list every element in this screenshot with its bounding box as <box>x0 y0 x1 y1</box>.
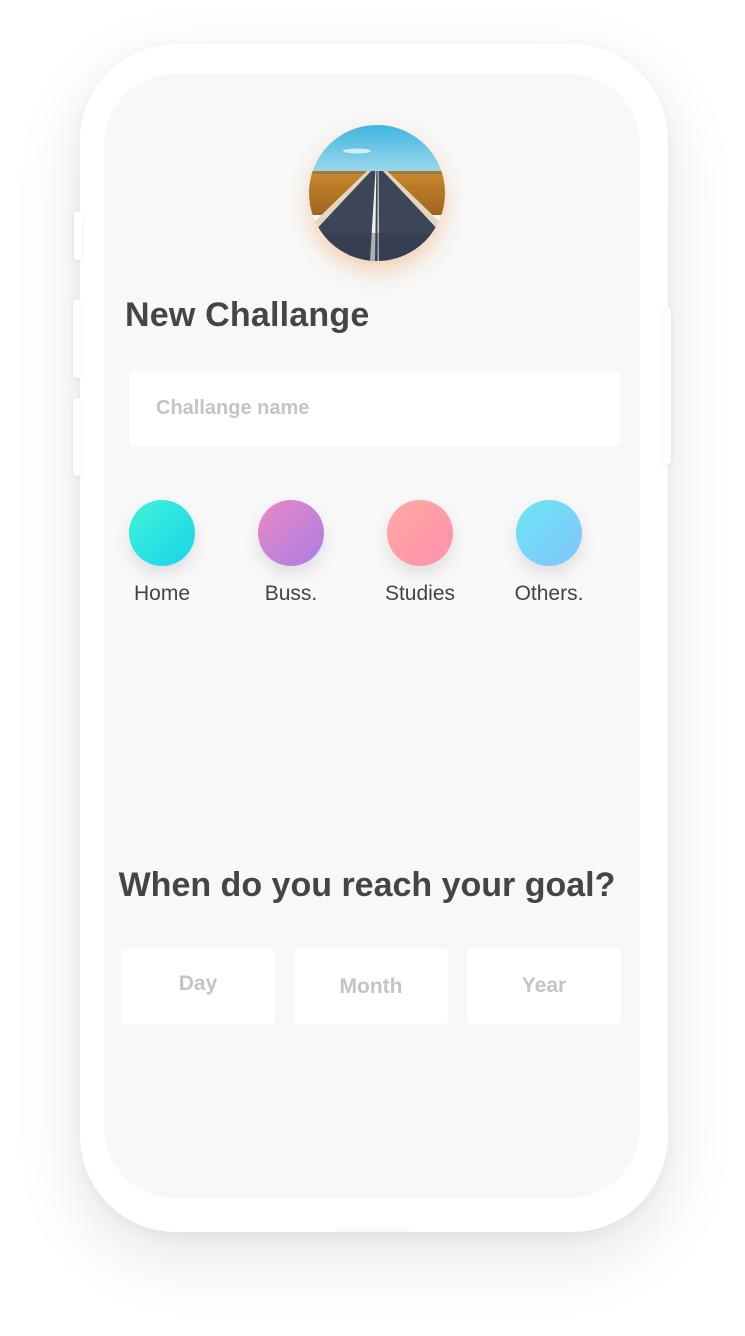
road-landscape-icon <box>309 125 445 261</box>
page-title: New Challange <box>125 296 370 334</box>
phone-side-button <box>74 212 82 260</box>
phone-screen: New Challange Home Buss. Studies Others.… <box>104 74 640 1198</box>
home-color-icon <box>129 500 195 566</box>
year-label: Year <box>521 974 567 997</box>
category-studies[interactable]: Studies <box>360 500 480 612</box>
category-label: Buss. <box>264 582 318 605</box>
day-label: Day <box>178 972 218 995</box>
category-label: Home <box>133 582 191 605</box>
category-others[interactable]: Others. <box>489 500 609 612</box>
challenge-name-input[interactable] <box>130 371 620 446</box>
studies-color-icon <box>387 500 453 566</box>
day-field[interactable]: Day <box>121 949 275 1024</box>
month-label: Month <box>339 975 403 998</box>
category-list: Home Buss. Studies Others. <box>104 500 640 620</box>
phone-side-button <box>73 300 81 378</box>
category-home[interactable]: Home <box>104 500 222 612</box>
phone-side-button <box>73 398 81 476</box>
challenge-image-avatar[interactable] <box>309 125 445 261</box>
stage: New Challange Home Buss. Studies Others.… <box>0 0 745 1336</box>
business-color-icon <box>258 500 324 566</box>
month-field[interactable]: Month <box>294 949 448 1024</box>
category-label: Studies <box>384 582 456 605</box>
others-color-icon <box>516 500 582 566</box>
category-business[interactable]: Buss. <box>231 500 351 612</box>
year-field[interactable]: Year <box>467 949 621 1024</box>
category-label: Others. <box>514 582 584 605</box>
phone-side-button <box>663 308 671 464</box>
home-indicator <box>335 1226 415 1232</box>
goal-date-heading: When do you reach your goal? <box>118 866 616 904</box>
